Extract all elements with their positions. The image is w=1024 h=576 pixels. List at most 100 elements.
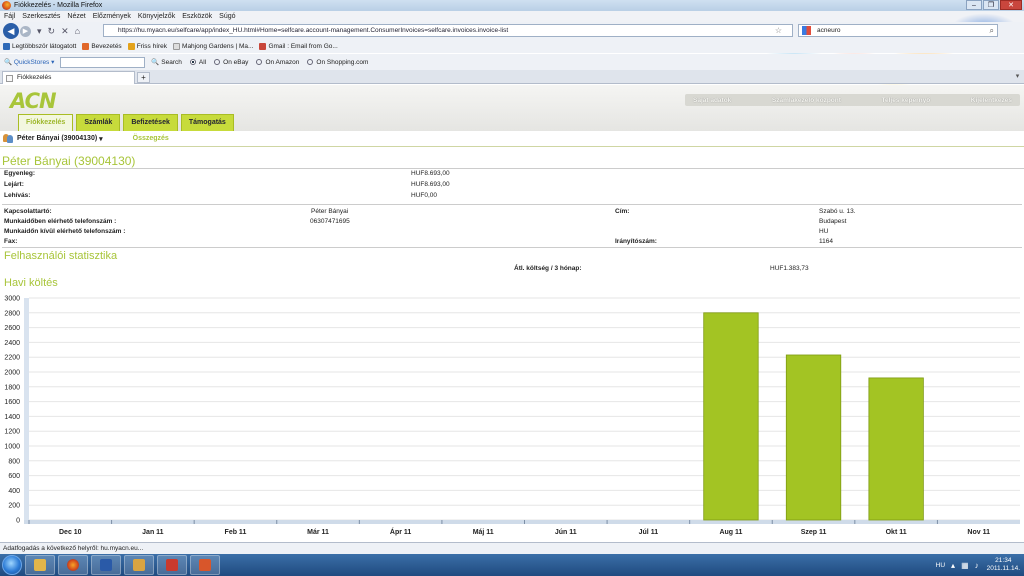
home-icon[interactable]: ⌂ — [75, 26, 80, 36]
reload-icon[interactable]: ↻ — [48, 26, 56, 37]
language-indicator[interactable]: HU — [936, 562, 945, 569]
forward-button[interactable]: ▶ — [20, 25, 31, 37]
radio-icon — [256, 59, 263, 65]
x-tick-label: Jan 11 — [142, 529, 164, 536]
tab-bar: Fiókkezelés + ▾ — [0, 70, 1024, 84]
back-button[interactable]: ◀ — [3, 23, 19, 39]
chart-bar — [703, 312, 759, 521]
x-tick-label: Nov 11 — [967, 529, 990, 536]
monthly-spend-chart: 0 200 400 600 800 1000 1200 1400 1600 1800 2000 220… — [4, 296, 1020, 536]
tab-invoices[interactable]: Számlák — [76, 114, 121, 131]
radio-icon — [214, 59, 221, 65]
quickstores-input[interactable] — [60, 56, 146, 68]
search-value: acneuro — [817, 27, 841, 34]
bookmark-item[interactable]: Gmail : Email from Go... — [259, 43, 338, 50]
tab-list-icon[interactable]: ▾ — [1013, 72, 1022, 82]
users-icon — [3, 134, 14, 143]
radio-all[interactable]: All — [189, 59, 206, 66]
quickstores-label[interactable]: 🔍 QuickStores ▾ — [4, 58, 54, 66]
taskbar-mail[interactable] — [124, 555, 154, 575]
bookmark-item[interactable]: Bevezetés — [82, 43, 122, 50]
contact-value: Péter Bányai — [311, 208, 349, 215]
top-links: Saját adatok Számlakezelő központ Teljes… — [685, 94, 1020, 106]
minimize-button[interactable]: – — [966, 0, 982, 10]
menu-edit[interactable]: Szerkesztés — [22, 13, 60, 20]
bookmark-item[interactable]: Friss hírek — [127, 43, 167, 50]
taskbar-powerpoint[interactable] — [190, 555, 220, 575]
url-bar[interactable]: https://hu.myacn.eu/selfcare/app/index_H… — [103, 24, 793, 37]
zip-label: Irányítószám: — [615, 238, 657, 245]
page-icon — [6, 75, 13, 82]
clock[interactable]: 21:34 2011.11.14. — [987, 557, 1020, 573]
search-icon[interactable]: ⌕ — [990, 25, 994, 36]
y-tick-label: 1600 — [4, 399, 20, 406]
taskbar-explorer[interactable] — [25, 555, 55, 575]
y-tick-label: 1400 — [4, 414, 20, 421]
fax-label: Fax: — [4, 238, 18, 245]
tab-support[interactable]: Támogatás — [180, 114, 234, 131]
history-dropdown-icon[interactable]: ▾ — [37, 26, 42, 37]
chevron-down-icon: ▾ — [97, 135, 103, 143]
browser-tab[interactable]: Fiókkezelés — [2, 71, 135, 84]
bookmark-item[interactable]: Mahjong Gardens | Ma... — [173, 43, 253, 50]
menu-history[interactable]: Előzmények — [93, 13, 131, 20]
tab-account[interactable]: Fiókkezelés — [18, 114, 74, 131]
x-tick-label: Okt 11 — [886, 529, 907, 536]
fullscreen-link[interactable]: Teljes képernyő — [882, 97, 931, 104]
y-tick-label: 1800 — [4, 384, 20, 391]
system-tray: HU ▴ ▦ ♪ 21:34 2011.11.14. — [936, 554, 1020, 576]
x-tick-label: Ápr 11 — [390, 527, 412, 536]
network-icon[interactable]: ▦ — [961, 561, 969, 570]
site-nav: Fiókkezelés Számlák Befizetések Támogatá… — [18, 114, 234, 131]
close-button[interactable]: ✕ — [1000, 0, 1022, 10]
user-selector[interactable]: Péter Bányai (39004130) ▾ — [3, 134, 103, 143]
taskbar-app[interactable] — [157, 555, 187, 575]
start-button[interactable] — [2, 555, 22, 575]
logout-link[interactable]: Kijelentkezés — [971, 97, 1012, 104]
search-engine-icon[interactable] — [802, 26, 811, 35]
menu-tools[interactable]: Eszközök — [182, 13, 212, 20]
taskbar-firefox[interactable] — [58, 555, 88, 575]
radio-shopping[interactable]: On Shopping.com — [307, 59, 368, 66]
chart-bar — [785, 354, 842, 521]
y-tick-label: 2000 — [4, 370, 20, 377]
maximize-button[interactable]: ❐ — [983, 0, 999, 10]
url-text: https://hu.myacn.eu/selfcare/app/index_H… — [118, 27, 509, 34]
y-tick-label: 2200 — [4, 355, 20, 362]
search-input[interactable]: acneuro ⌕ — [798, 24, 998, 37]
menu-help[interactable]: Súgó — [219, 13, 235, 20]
acn-logo[interactable]: ACN — [10, 89, 57, 113]
radio-ebay[interactable]: On eBay — [214, 59, 248, 66]
stop-icon[interactable]: ✕ — [61, 26, 69, 37]
my-details-link[interactable]: Saját adatok — [693, 97, 731, 104]
word-icon — [100, 559, 112, 571]
tray-arrow-icon[interactable]: ▴ — [951, 561, 955, 570]
menu-bookmarks[interactable]: Könyvjelzők — [138, 13, 175, 20]
new-tab-button[interactable]: + — [137, 72, 150, 83]
billing-center-link[interactable]: Számlakezelő központ — [772, 97, 841, 104]
taskbar-word[interactable] — [91, 555, 121, 575]
clock-date: 2011.11.14. — [986, 565, 1020, 572]
avg-cost-label: Átl. költség / 3 hónap: — [514, 265, 582, 272]
bookmarks-toolbar: Legtöbbször látogatott Bevezetés Friss h… — [0, 40, 1024, 53]
quickstores-toolbar: 🔍 QuickStores ▾ 🔍 Search All On eBay On … — [0, 54, 1024, 70]
summary-link[interactable]: Összegzés — [133, 135, 169, 142]
x-tick-label: Máj 11 — [473, 529, 494, 536]
clock-time: 21:34 — [995, 557, 1012, 564]
volume-icon[interactable]: ♪ — [975, 561, 979, 570]
quickstores-search-button[interactable]: 🔍 Search — [151, 58, 182, 67]
overdue-value: HUF8.693,00 — [411, 181, 450, 188]
bookmark-star-icon[interactable]: ☆ — [775, 25, 782, 36]
windows-taskbar: HU ▴ ▦ ♪ 21:34 2011.11.14. — [0, 554, 1024, 576]
tab-payments[interactable]: Befizetések — [123, 114, 178, 131]
x-tick-label: Jún 11 — [555, 529, 577, 536]
y-tick-label: 3000 — [4, 296, 20, 303]
evening-phone-label: Munkaidőn kívül elérhető telefonszám : — [4, 228, 126, 235]
bookmark-item[interactable]: Legtöbbször látogatott — [3, 43, 76, 50]
x-tick-label: Aug 11 — [719, 529, 742, 536]
gmail-icon — [259, 43, 267, 50]
radio-amazon[interactable]: On Amazon — [256, 59, 299, 66]
menu-file[interactable]: Fájl — [4, 13, 15, 20]
window-titlebar: Fiókkezelés - Mozilla Firefox – ❐ ✕ — [0, 0, 1024, 11]
menu-view[interactable]: Nézet — [67, 13, 85, 20]
